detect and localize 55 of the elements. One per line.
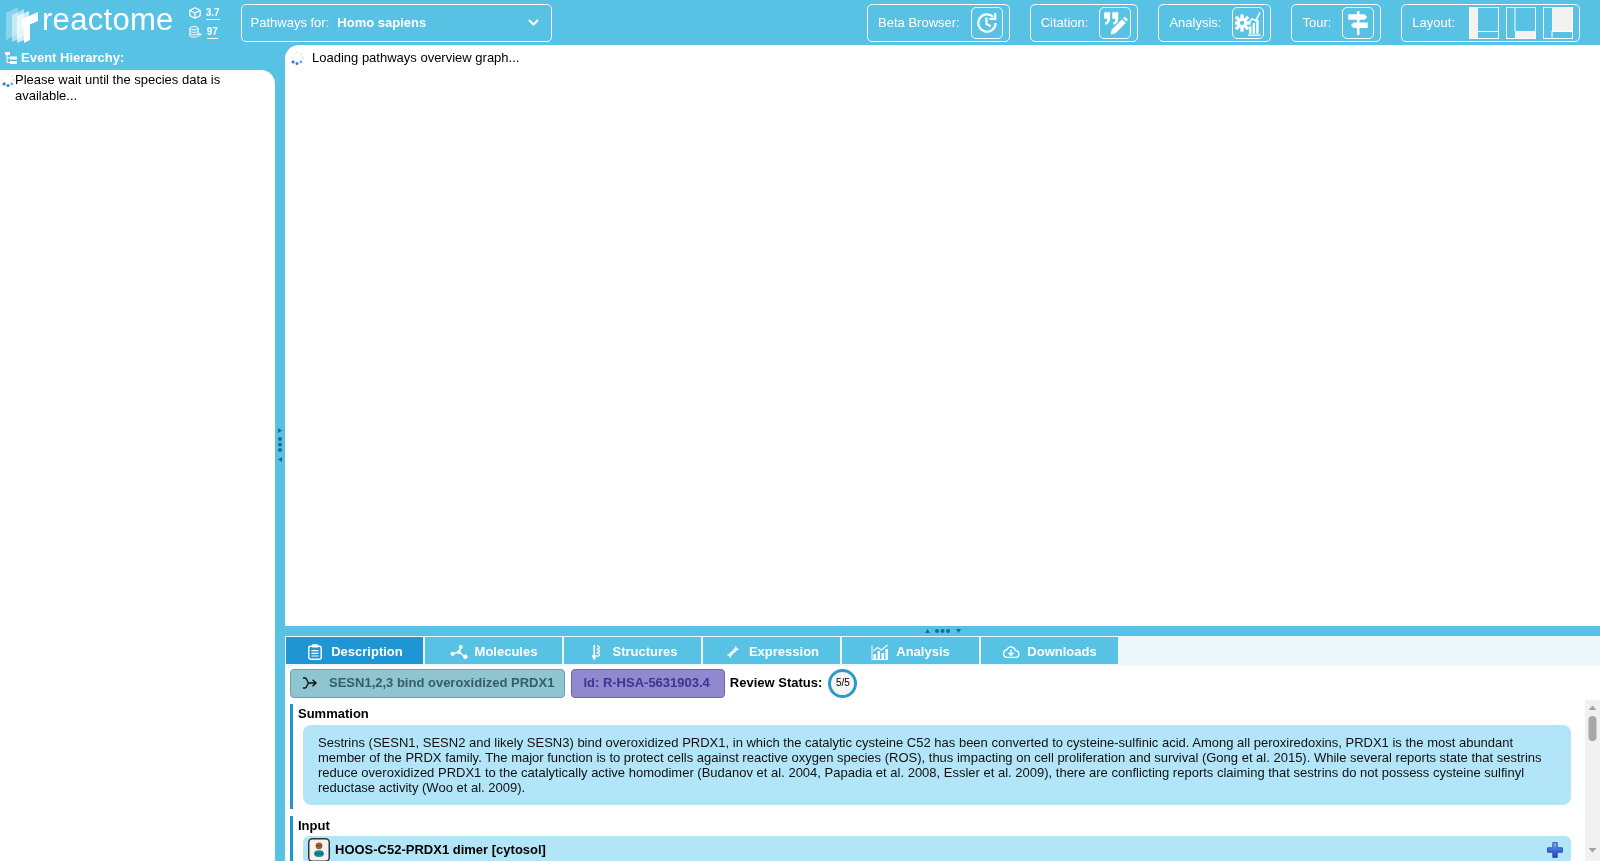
layout-option-button[interactable] (1506, 6, 1536, 39)
section-title: Summation (298, 706, 370, 722)
details-tab[interactable]: Expression (703, 637, 840, 664)
tool-label: Layout: (1412, 14, 1455, 31)
molecule-figure-icon (308, 838, 330, 861)
tool-label: Citation: (1040, 14, 1089, 31)
database-icon (188, 26, 202, 38)
details-tab[interactable]: Structures (564, 637, 701, 664)
summation-text: Sestrins (SESN1, SESN2 and likely SESN3) bind overoxidized PRDX1, in which the catalytic cysteine C52 has been converted to cysteine-sulfinic acid. Among all peroxiredoxins, PRDX1 is the most abundant member of the PRDX family. The major function is to protect cells against reactive oxygen species (ROS), thus impacting on cell proliferation and survival (Gong et al. 2015). While several reports state that sestrins reduce overoxidized PRDX1 to the catalytically active homodimer (Budanov et al. 2004, Papadia et al. 2008, Essler et al. 2009), there are conflicting reports claiming that sestrins do not possess cysteine sulfinyl reductase activity (Woo et al. 2009). (303, 724, 1571, 805)
layout-option-button[interactable] (1469, 6, 1499, 39)
entity-name: HOOS-C52-PRDX1 dimer [cytosol] (335, 842, 546, 858)
gear-chart-icon (1235, 9, 1262, 36)
cube-icon (188, 7, 201, 19)
layout-option-button[interactable] (1543, 6, 1573, 39)
analysis-button[interactable] (1232, 6, 1265, 39)
tool-label: Analysis: (1169, 14, 1222, 31)
splitter-handle-icon (924, 628, 961, 634)
quote-pencil-icon (1102, 9, 1129, 36)
molecule-nodes-icon (449, 643, 468, 660)
scrollbar[interactable] (1585, 700, 1600, 861)
species-dropdown[interactable]: Pathways for: Homo sapiens (240, 3, 552, 42)
event-id: Id: R-HSA-5631903.4 (571, 668, 725, 698)
entity-row[interactable]: HOOS-C52-PRDX1 dimer [cytosol] (303, 836, 1571, 861)
event-name: SESN1,2,3 bind overoxidized PRDX1 (329, 675, 555, 691)
details-tab[interactable]: Description (286, 637, 423, 664)
beta-browser-button[interactable] (970, 6, 1003, 39)
clipboard-icon (306, 643, 325, 660)
top-panel-layout-icon (1543, 6, 1573, 39)
left-panel-layout-icon (1469, 6, 1499, 39)
loading-message: Loading pathways overview graph... (312, 50, 520, 66)
details-tab[interactable]: Analysis (842, 637, 979, 664)
tool-label: Beta Browser: (878, 14, 960, 31)
tour-button[interactable] (1342, 6, 1375, 39)
cloud-download-icon (1002, 643, 1021, 660)
hierarchy-tree-icon (5, 51, 17, 64)
details-tab[interactable]: Molecules (425, 637, 562, 664)
plus-icon (1547, 842, 1563, 859)
citation-button[interactable] (1099, 6, 1132, 39)
details-tab[interactable]: Downloads (981, 637, 1118, 664)
loading-spinner-icon (290, 50, 304, 65)
splitter-handle-icon (277, 428, 283, 462)
database-version-link[interactable]: 97 (206, 25, 218, 39)
panel-title: Event Hierarchy: (21, 49, 125, 66)
loading-message: Please wait until the species data is available... (15, 72, 222, 104)
logo-wordmark: reactome (42, 4, 174, 35)
section-title: Input (298, 817, 331, 834)
bottom-panel-layout-icon (1506, 6, 1536, 39)
chevron-down-icon (527, 19, 539, 26)
release-version-link[interactable]: 3.7 (205, 6, 220, 20)
loading-spinner-icon (1, 73, 15, 87)
review-status-label: Review Status: (729, 675, 823, 691)
bar-chart-icon (871, 643, 890, 660)
review-score: 5/5 (828, 668, 858, 698)
tool-label: Tour: (1302, 14, 1332, 31)
reaction-arrow-icon (302, 676, 318, 690)
